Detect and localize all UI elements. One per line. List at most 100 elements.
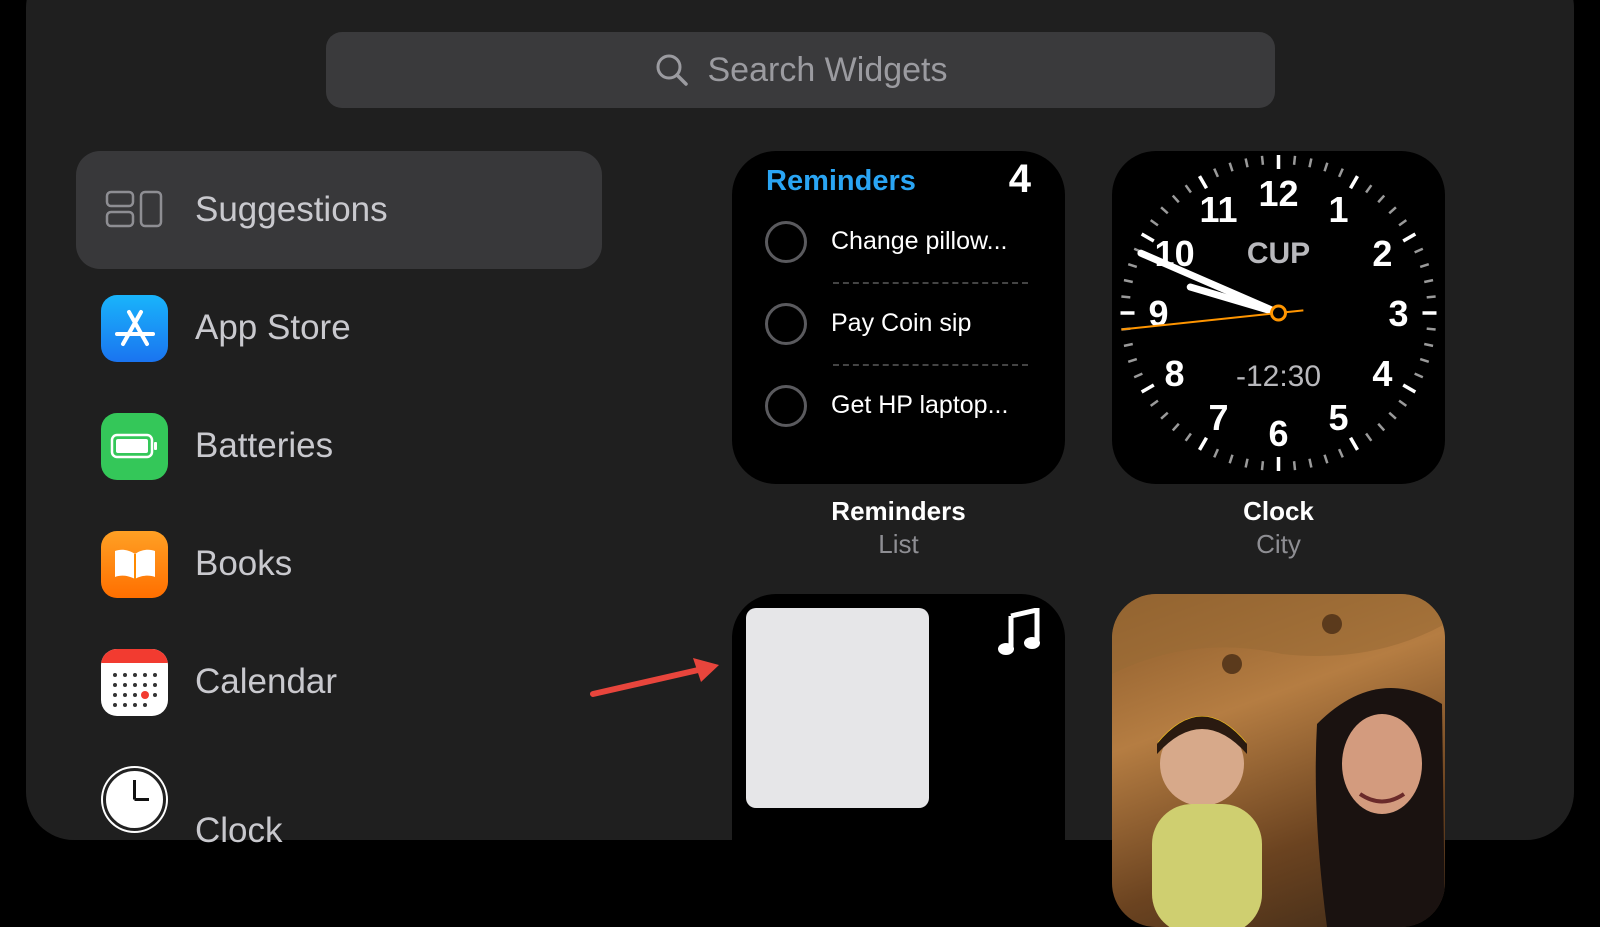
clock-offset-label: -12:30 (1236, 360, 1321, 393)
reminders-caption: Reminders (831, 496, 966, 526)
clock-tick (1308, 458, 1313, 468)
clock-tick (1244, 458, 1249, 468)
sidebar-item-clock[interactable]: Clock (76, 741, 602, 859)
sidebar-item-label: Clock (195, 811, 283, 850)
reminder-text: Pay Coin sip (831, 309, 972, 337)
clock-tick (1398, 219, 1408, 227)
clock-tick (1423, 342, 1434, 348)
sidebar-item-suggestions[interactable]: Suggestions (76, 151, 602, 269)
clock-tick (1348, 175, 1360, 190)
reminders-widget[interactable]: Reminders 4 Change pillow... Pay Coin si… (732, 151, 1065, 484)
sidebar-item-label: Suggestions (195, 190, 388, 229)
clock-tick (1365, 432, 1373, 442)
clock-tick (1377, 422, 1386, 432)
clock-numeral: 3 (1388, 293, 1408, 334)
clock-tick (1426, 295, 1436, 299)
clock-tick (1414, 247, 1424, 254)
clock-tick (1414, 372, 1424, 379)
clock-tick (1260, 155, 1265, 165)
clock-tick (1213, 168, 1220, 178)
reminder-text: Get HP laptop... (831, 391, 1009, 419)
clock-tick (1337, 448, 1344, 458)
clock-tick (1419, 262, 1430, 269)
sidebar-item-books[interactable]: Books (76, 505, 602, 623)
clock-numeral: 8 (1165, 353, 1185, 394)
clock-tick (1402, 383, 1417, 394)
sidebar-item-label: Books (195, 544, 293, 583)
clock-tick (1244, 158, 1249, 168)
app-store-icon (101, 294, 168, 362)
calendar-icon (101, 648, 168, 716)
sidebar-item-label: Batteries (195, 426, 334, 465)
reminder-row: Change pillow... (765, 221, 1035, 271)
clock-tick (1140, 383, 1155, 394)
clock-numeral: 5 (1328, 397, 1348, 438)
clock-caption: Clock (1243, 496, 1314, 526)
clock-tick (1127, 262, 1138, 269)
clock-tick (1419, 357, 1430, 364)
clock-numeral: 12 (1258, 173, 1298, 214)
reminder-row: Pay Coin sip (765, 303, 1035, 353)
photos-widget[interactable] (1112, 594, 1445, 927)
clock-numeral: 1 (1328, 189, 1348, 230)
clock-tick (1127, 357, 1138, 364)
sidebar-item-app-store[interactable]: App Store (76, 269, 602, 387)
reminders-subcaption: List (878, 529, 919, 559)
clock-tick (1160, 411, 1169, 420)
reminder-checkbox[interactable] (765, 303, 807, 345)
clock-tick (1171, 194, 1180, 204)
clock-tick (1426, 327, 1436, 331)
clock-numeral: 9 (1148, 293, 1168, 334)
reminder-text: Change pillow... (831, 227, 1008, 255)
clock-widget[interactable]: 12 1 2 3 4 5 6 7 8 9 10 11 CUP -12:30 (1112, 151, 1445, 484)
books-icon (101, 530, 168, 598)
clock-tick (1388, 206, 1397, 215)
clock-tick (1323, 454, 1329, 464)
reminder-divider (833, 282, 1028, 284)
sidebar-item-batteries[interactable]: Batteries (76, 387, 602, 505)
clock-numeral: 6 (1268, 413, 1288, 454)
clock-tick (1388, 411, 1397, 420)
clock-tick (1197, 175, 1209, 190)
clock-tick (1149, 399, 1159, 407)
clock-subcaption: City (1256, 529, 1301, 559)
clock-center-pin (1270, 304, 1287, 322)
music-widget[interactable] (732, 594, 1065, 927)
clock-tick (1160, 206, 1169, 215)
battery-icon (101, 412, 168, 480)
reminder-checkbox[interactable] (765, 385, 807, 427)
clock-numeral: 4 (1372, 353, 1392, 394)
search-placeholder: Search Widgets (707, 50, 948, 89)
reminder-divider (833, 364, 1028, 366)
clock-city-label: CUP (1247, 237, 1310, 270)
search-icon (654, 52, 690, 88)
clock-tick (1292, 461, 1297, 471)
clock-tick (1184, 184, 1192, 194)
sidebar-item-calendar[interactable]: Calendar (76, 623, 602, 741)
clock-tick (1402, 232, 1417, 243)
clock-tick (1292, 155, 1297, 165)
reminder-checkbox[interactable] (765, 221, 807, 263)
clock-tick (1121, 295, 1131, 299)
clock-tick (1348, 436, 1360, 451)
suggestions-icon (101, 177, 168, 244)
clock-tick (1377, 194, 1386, 204)
clock-tick (1228, 162, 1234, 172)
reminder-row: Get HP laptop... (765, 385, 1035, 435)
clock-tick (1149, 219, 1159, 227)
clock-tick (1228, 454, 1234, 464)
search-input[interactable]: Search Widgets (326, 32, 1275, 108)
reminders-title: Reminders (766, 165, 916, 197)
clock-tick (1123, 278, 1134, 284)
clock-tick (1337, 168, 1344, 178)
reminders-count: 4 (1008, 157, 1031, 201)
clock-tick (1123, 342, 1134, 348)
clock-tick (1323, 162, 1329, 172)
clock-tick (1184, 432, 1192, 442)
clock-tick (1365, 184, 1373, 194)
sidebar-item-label: App Store (195, 308, 351, 347)
sidebar-item-label: Calendar (195, 662, 338, 701)
clock-tick (1197, 436, 1209, 451)
clock-icon (101, 766, 168, 833)
clock-tick (1260, 461, 1265, 471)
